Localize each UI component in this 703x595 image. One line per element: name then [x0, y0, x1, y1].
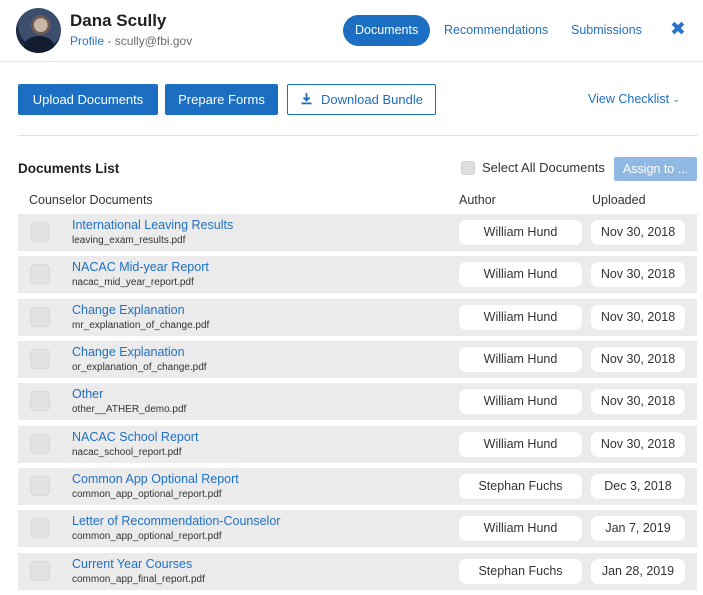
document-filename: common_app_optional_report.pdf	[72, 489, 222, 500]
table-row[interactable]: International Leaving Results leaving_ex…	[18, 214, 697, 251]
table-row[interactable]: Other other__ATHER_demo.pdf William Hund…	[18, 383, 697, 420]
documents-list-title: Documents List	[18, 161, 120, 176]
download-bundle-label: Download Bundle	[321, 92, 423, 107]
uploaded-date-badge: Nov 30, 2018	[591, 262, 685, 287]
row-checkbox[interactable]	[30, 307, 50, 327]
document-title-link[interactable]: Common App Optional Report	[72, 472, 239, 486]
table-row[interactable]: Letter of Recommendation-Counselor commo…	[18, 510, 697, 547]
avatar[interactable]	[16, 8, 61, 53]
author-badge: Stephan Fuchs	[459, 474, 582, 499]
document-title-link[interactable]: NACAC School Report	[72, 430, 198, 444]
prepare-forms-button[interactable]: Prepare Forms	[165, 84, 278, 115]
row-checkbox[interactable]	[30, 264, 50, 284]
document-filename: common_app_optional_report.pdf	[72, 531, 222, 542]
author-badge: William Hund	[459, 432, 582, 457]
tab-submissions[interactable]: Submissions	[571, 15, 642, 46]
document-filename: common_app_final_report.pdf	[72, 574, 205, 585]
toolbar-divider	[18, 135, 698, 136]
document-title-link[interactable]: Change Explanation	[72, 303, 185, 317]
document-title-link[interactable]: Other	[72, 387, 103, 401]
uploaded-date-badge: Nov 30, 2018	[591, 347, 685, 372]
user-separator: -	[104, 34, 115, 48]
document-title-link[interactable]: Letter of Recommendation-Counselor	[72, 514, 280, 528]
user-email: scully@fbi.gov	[114, 34, 193, 48]
document-title-link[interactable]: International Leaving Results	[72, 218, 233, 232]
select-all-checkbox[interactable]	[461, 161, 475, 175]
page-header: Dana Scully Profile - scully@fbi.gov Doc…	[0, 0, 703, 62]
column-header-uploaded: Uploaded	[592, 193, 646, 207]
row-checkbox[interactable]	[30, 349, 50, 369]
uploaded-date-badge: Jan 7, 2019	[591, 516, 685, 541]
author-badge: William Hund	[459, 516, 582, 541]
uploaded-date-badge: Nov 30, 2018	[591, 220, 685, 245]
table-row[interactable]: Change Explanation mr_explanation_of_cha…	[18, 299, 697, 336]
table-row[interactable]: Common App Optional Report common_app_op…	[18, 468, 697, 505]
column-header-author: Author	[459, 193, 496, 207]
uploaded-date-badge: Nov 30, 2018	[591, 432, 685, 457]
tab-documents[interactable]: Documents	[343, 15, 431, 46]
column-header-documents: Counselor Documents	[29, 193, 153, 207]
close-icon[interactable]: ✖	[668, 20, 688, 40]
row-checkbox[interactable]	[30, 476, 50, 496]
user-name: Dana Scully	[70, 11, 167, 30]
uploaded-date-badge: Jan 28, 2019	[591, 559, 685, 584]
author-badge: William Hund	[459, 305, 582, 330]
upload-documents-button[interactable]: Upload Documents	[18, 84, 158, 115]
row-checkbox[interactable]	[30, 561, 50, 581]
chevron-down-icon: ⌄	[672, 94, 681, 104]
table-row[interactable]: NACAC Mid-year Report nacac_mid_year_rep…	[18, 256, 697, 293]
download-bundle-button[interactable]: Download Bundle	[287, 84, 436, 115]
assign-to-button[interactable]: Assign to ...	[614, 157, 697, 181]
author-badge: William Hund	[459, 220, 582, 245]
table-row[interactable]: Change Explanation or_explanation_of_cha…	[18, 341, 697, 378]
row-checkbox[interactable]	[30, 222, 50, 242]
author-badge: William Hund	[459, 347, 582, 372]
select-all-label[interactable]: Select All Documents	[482, 160, 605, 175]
tab-recommendations[interactable]: Recommendations	[444, 15, 548, 46]
download-icon	[300, 86, 313, 115]
row-checkbox[interactable]	[30, 391, 50, 411]
document-filename: mr_explanation_of_change.pdf	[72, 320, 210, 331]
view-checklist-label: View Checklist	[588, 92, 670, 106]
document-filename: leaving_exam_results.pdf	[72, 235, 186, 246]
uploaded-date-badge: Nov 30, 2018	[591, 389, 685, 414]
document-filename: nacac_school_report.pdf	[72, 447, 182, 458]
author-badge: William Hund	[459, 389, 582, 414]
document-title-link[interactable]: Current Year Courses	[72, 557, 192, 571]
user-subtitle: Profile - scully@fbi.gov	[70, 34, 192, 48]
author-badge: William Hund	[459, 262, 582, 287]
document-title-link[interactable]: NACAC Mid-year Report	[72, 260, 209, 274]
author-badge: Stephan Fuchs	[459, 559, 582, 584]
document-title-link[interactable]: Change Explanation	[72, 345, 185, 359]
document-filename: other__ATHER_demo.pdf	[72, 404, 187, 415]
table-row[interactable]: Current Year Courses common_app_final_re…	[18, 553, 697, 590]
row-checkbox[interactable]	[30, 434, 50, 454]
uploaded-date-badge: Dec 3, 2018	[591, 474, 685, 499]
profile-link[interactable]: Profile	[70, 34, 104, 48]
row-checkbox[interactable]	[30, 518, 50, 538]
document-filename: or_explanation_of_change.pdf	[72, 362, 207, 373]
document-filename: nacac_mid_year_report.pdf	[72, 277, 194, 288]
uploaded-date-badge: Nov 30, 2018	[591, 305, 685, 330]
table-row[interactable]: NACAC School Report nacac_school_report.…	[18, 426, 697, 463]
view-checklist-link[interactable]: View Checklist ⌄	[588, 92, 680, 106]
